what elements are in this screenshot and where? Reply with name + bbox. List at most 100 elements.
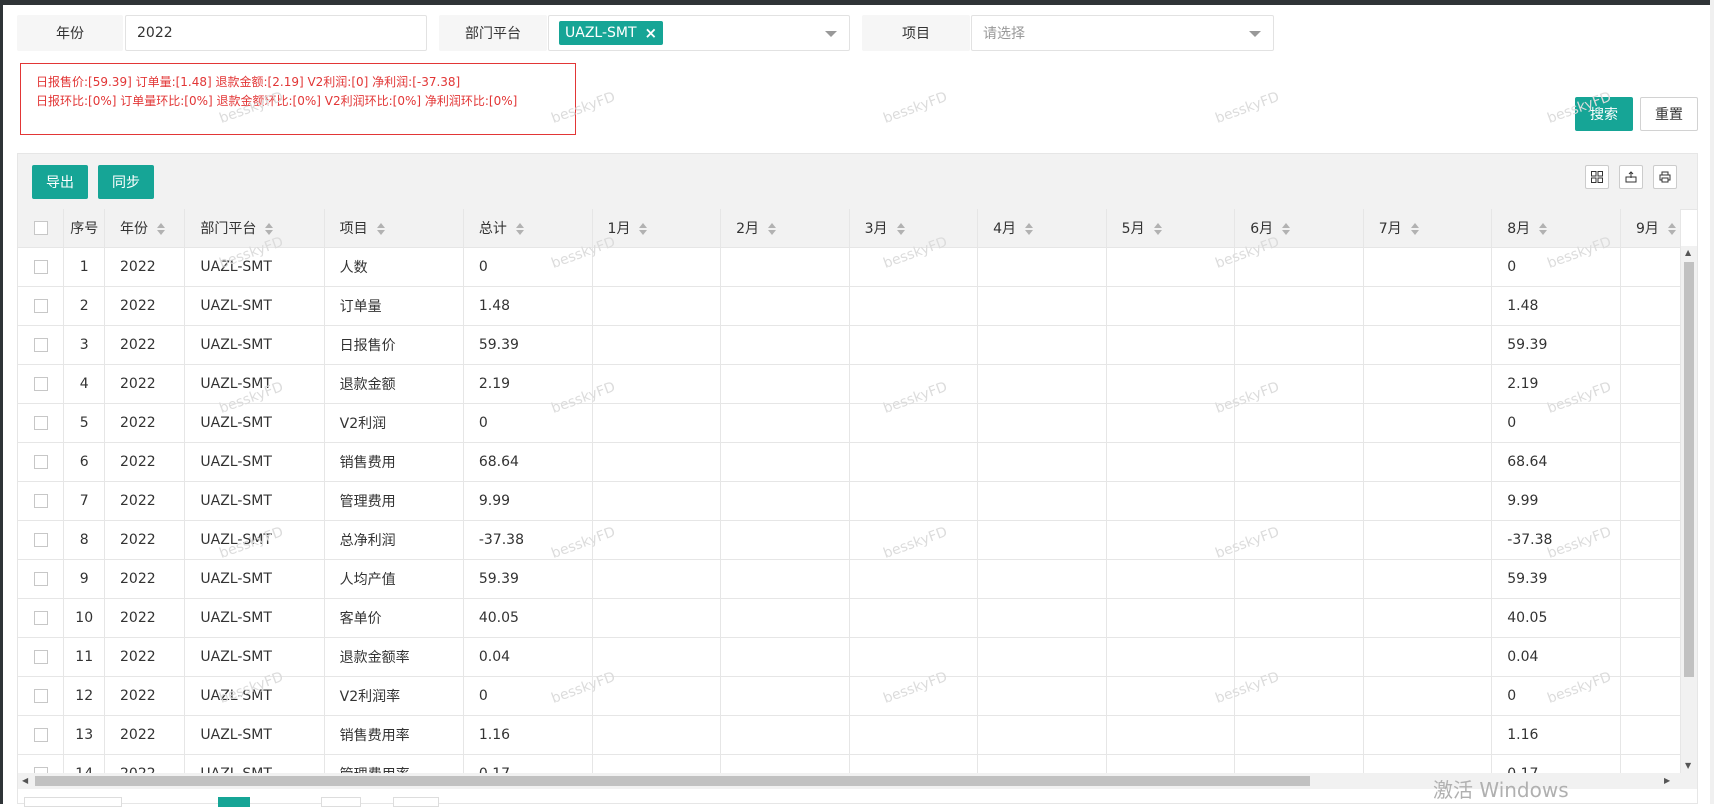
table-row[interactable]: 7 2022 UAZL-SMT 管理费用 9.99 9.99 bbox=[18, 481, 1681, 521]
row-checkbox[interactable] bbox=[33, 728, 48, 742]
row-checkbox[interactable] bbox=[33, 494, 48, 508]
table-cell bbox=[1363, 637, 1493, 677]
row-checkbox-cell[interactable] bbox=[18, 559, 65, 599]
print-icon[interactable] bbox=[1653, 165, 1677, 189]
col-header[interactable]: 项目 bbox=[324, 209, 464, 248]
col-header[interactable]: 6月 bbox=[1234, 209, 1364, 248]
vertical-scroll-thumb[interactable] bbox=[1684, 262, 1694, 677]
table-cell: UAZL-SMT bbox=[184, 403, 325, 443]
sort-icon[interactable] bbox=[768, 223, 777, 235]
row-checkbox-cell[interactable] bbox=[18, 286, 65, 326]
row-checkbox-cell[interactable] bbox=[18, 403, 65, 443]
col-header[interactable]: 部门平台 bbox=[184, 209, 325, 248]
col-header[interactable]: 5月 bbox=[1106, 209, 1236, 248]
col-header[interactable]: 总计 bbox=[463, 209, 593, 248]
pager-jump-input[interactable] bbox=[321, 797, 361, 807]
sort-icon[interactable] bbox=[1539, 223, 1548, 235]
table-cell bbox=[1620, 598, 1681, 638]
row-checkbox-cell[interactable] bbox=[18, 481, 65, 521]
columns-icon[interactable] bbox=[1585, 165, 1609, 189]
horizontal-scroll-thumb[interactable] bbox=[35, 776, 1310, 786]
pager-size-select[interactable] bbox=[24, 797, 122, 807]
col-header[interactable]: 9月 bbox=[1620, 209, 1681, 248]
table-cell bbox=[977, 442, 1107, 482]
row-checkbox-cell[interactable] bbox=[18, 637, 65, 677]
sort-icon[interactable] bbox=[265, 223, 274, 235]
row-checkbox[interactable] bbox=[33, 416, 48, 430]
item-select[interactable]: 请选择 bbox=[971, 15, 1274, 51]
export-icon[interactable] bbox=[1619, 165, 1643, 189]
table-cell: 2022 bbox=[104, 286, 186, 326]
row-checkbox-cell[interactable] bbox=[18, 364, 65, 404]
export-button[interactable]: 导出 bbox=[32, 165, 88, 199]
row-checkbox-cell[interactable] bbox=[18, 754, 65, 773]
row-checkbox[interactable] bbox=[33, 338, 48, 352]
col-header[interactable]: 3月 bbox=[849, 209, 979, 248]
sort-icon[interactable] bbox=[157, 223, 166, 235]
tag-close-icon[interactable]: × bbox=[645, 25, 658, 41]
col-header[interactable]: 7月 bbox=[1363, 209, 1493, 248]
row-checkbox[interactable] bbox=[33, 299, 48, 313]
year-input[interactable]: 2022 bbox=[125, 15, 427, 51]
pager-current-page[interactable] bbox=[218, 797, 250, 807]
row-checkbox[interactable] bbox=[33, 689, 48, 703]
row-checkbox-cell[interactable] bbox=[18, 520, 65, 560]
scroll-left-icon[interactable]: ◀ bbox=[22, 776, 28, 785]
row-checkbox-cell[interactable] bbox=[18, 676, 65, 716]
table-cell bbox=[1234, 520, 1364, 560]
table-cell: 6 bbox=[63, 442, 106, 482]
sort-icon[interactable] bbox=[1025, 223, 1034, 235]
row-checkbox-cell[interactable] bbox=[18, 715, 65, 755]
table-row[interactable]: 8 2022 UAZL-SMT 总净利润 -37.38 -37.38 bbox=[18, 520, 1681, 560]
vertical-scrollbar[interactable]: ▲ ▼ bbox=[1681, 246, 1697, 773]
reset-button[interactable]: 重置 bbox=[1640, 97, 1698, 131]
table-row[interactable]: 3 2022 UAZL-SMT 日报售价 59.39 59.39 bbox=[18, 325, 1681, 365]
sort-icon[interactable] bbox=[896, 223, 906, 235]
table-row[interactable]: 9 2022 UAZL-SMT 人均产值 59.39 59.39 bbox=[18, 559, 1681, 599]
pager-go-button[interactable] bbox=[393, 797, 439, 807]
table-scroll-area[interactable]: 序号 年份 部门平台 项目 总计 1月 2月 3月 4月 5月 6月 7月 8月… bbox=[18, 209, 1681, 773]
row-checkbox-cell[interactable] bbox=[18, 247, 65, 287]
row-checkbox-cell[interactable] bbox=[18, 442, 65, 482]
sort-icon[interactable] bbox=[376, 223, 386, 235]
sort-icon[interactable] bbox=[1410, 223, 1420, 235]
table-row[interactable]: 4 2022 UAZL-SMT 退款金额 2.19 2.19 bbox=[18, 364, 1681, 404]
scroll-right-icon[interactable]: ▶ bbox=[1664, 776, 1670, 785]
table-cell: 9.99 bbox=[463, 481, 593, 521]
select-all-checkbox-cell[interactable] bbox=[18, 209, 65, 248]
sort-icon[interactable] bbox=[1667, 223, 1677, 235]
sort-icon[interactable] bbox=[639, 223, 648, 235]
col-header[interactable]: 8月 bbox=[1491, 209, 1621, 248]
table-row[interactable]: 2 2022 UAZL-SMT 订单量 1.48 1.48 bbox=[18, 286, 1681, 326]
row-checkbox[interactable] bbox=[33, 533, 48, 547]
col-header[interactable]: 1月 bbox=[592, 209, 722, 248]
row-checkbox[interactable] bbox=[33, 455, 48, 469]
table-row[interactable]: 11 2022 UAZL-SMT 退款金额率 0.04 0.04 bbox=[18, 637, 1681, 677]
scroll-up-icon[interactable]: ▲ bbox=[1685, 248, 1691, 257]
row-checkbox[interactable] bbox=[33, 377, 48, 391]
row-checkbox-cell[interactable] bbox=[18, 598, 65, 638]
search-button[interactable]: 搜索 bbox=[1575, 97, 1633, 131]
table-row[interactable]: 12 2022 UAZL-SMT V2利润率 0 0 bbox=[18, 676, 1681, 716]
sync-button[interactable]: 同步 bbox=[98, 165, 154, 199]
sort-icon[interactable] bbox=[1153, 223, 1163, 235]
table-row[interactable]: 6 2022 UAZL-SMT 销售费用 68.64 68.64 bbox=[18, 442, 1681, 482]
table-row[interactable]: 13 2022 UAZL-SMT 销售费用率 1.16 1.16 bbox=[18, 715, 1681, 755]
table-row[interactable]: 10 2022 UAZL-SMT 客单价 40.05 40.05 bbox=[18, 598, 1681, 638]
table-row[interactable]: 5 2022 UAZL-SMT V2利润 0 0 bbox=[18, 403, 1681, 443]
col-header[interactable]: 4月 bbox=[977, 209, 1107, 248]
row-checkbox[interactable] bbox=[33, 260, 48, 274]
col-header[interactable]: 年份 bbox=[104, 209, 186, 248]
select-all-checkbox[interactable] bbox=[33, 221, 48, 235]
col-header[interactable]: 2月 bbox=[720, 209, 850, 248]
table-row[interactable]: 1 2022 UAZL-SMT 人数 0 0 bbox=[18, 247, 1681, 287]
dept-select[interactable]: UAZL-SMT × bbox=[548, 15, 850, 51]
table-row[interactable]: 142022UAZL-SMT管理费用率0.170.17 bbox=[18, 754, 1681, 773]
row-checkbox[interactable] bbox=[33, 650, 48, 664]
scroll-down-icon[interactable]: ▼ bbox=[1685, 761, 1691, 770]
row-checkbox[interactable] bbox=[33, 611, 48, 625]
row-checkbox-cell[interactable] bbox=[18, 325, 65, 365]
sort-icon[interactable] bbox=[1282, 223, 1291, 235]
row-checkbox[interactable] bbox=[33, 572, 48, 586]
sort-icon[interactable] bbox=[515, 223, 525, 235]
